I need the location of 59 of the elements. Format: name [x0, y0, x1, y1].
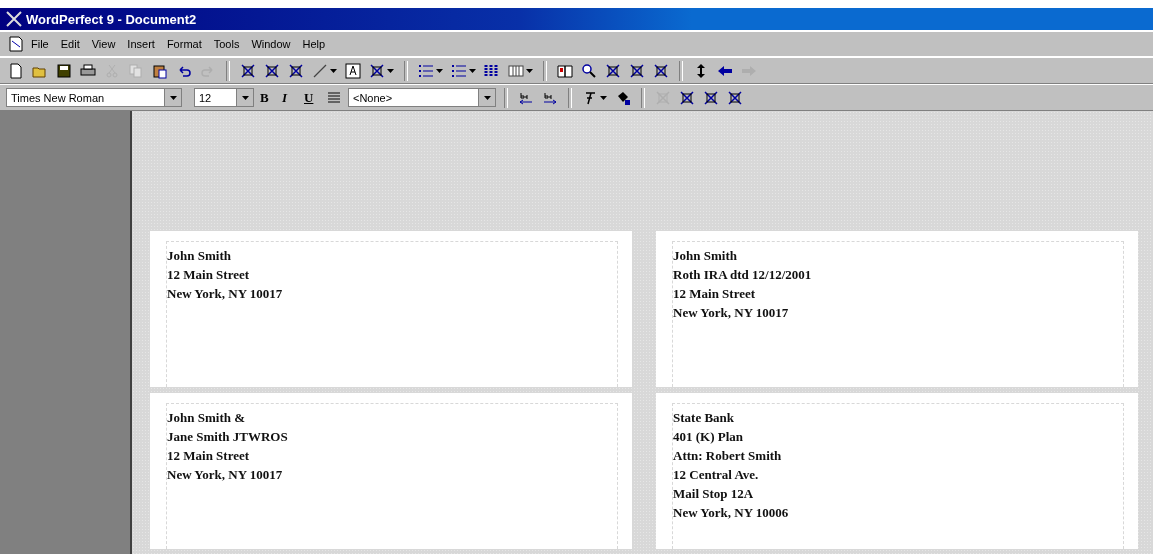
menu-item[interactable]: Help — [297, 36, 331, 52]
address-line: Mail Stop 12A — [673, 485, 755, 503]
underline-button[interactable]: U — [302, 88, 320, 107]
menu-item[interactable]: File — [26, 36, 54, 52]
document-icon[interactable] — [8, 36, 24, 52]
menu-item[interactable]: Tools — [208, 36, 245, 52]
text-box-button[interactable] — [343, 61, 363, 80]
dropdown-caret-icon — [387, 68, 394, 73]
address-line: 12 Main Street — [673, 285, 757, 303]
page-icon — [8, 62, 24, 79]
address-line: New York, NY 10006 — [673, 504, 790, 522]
menu-item[interactable]: Insert — [122, 36, 160, 52]
save-button[interactable] — [54, 61, 74, 80]
printer-icon — [80, 62, 96, 79]
highlight-button[interactable] — [367, 61, 396, 80]
address-line: New York, NY 10017 — [673, 304, 790, 322]
menu-item[interactable]: Edit — [55, 36, 85, 52]
columns-icon — [484, 62, 500, 79]
dropdown-caret-icon — [483, 95, 491, 100]
menu-item[interactable]: Window — [246, 36, 296, 52]
justify-icon — [326, 89, 342, 106]
dropdown-caret-icon — [241, 95, 249, 100]
line-icon — [312, 62, 328, 79]
address-line: John Smith — [673, 247, 738, 265]
pages-icon — [128, 62, 144, 79]
menu-item[interactable]: View — [86, 36, 121, 52]
style-dropdown[interactable]: <None> — [348, 88, 496, 107]
address-line: Jane Smith JTWROS — [167, 428, 289, 446]
font-dropdown[interactable]: Times New Roman — [6, 88, 182, 107]
address-line: 12 Central Ave. — [673, 466, 760, 484]
dropdown-caret-icon — [436, 68, 443, 73]
dropdown-caret-icon — [600, 95, 607, 100]
address-line: 12 Main Street — [167, 266, 251, 284]
dropdown-caret-icon — [169, 95, 177, 100]
bold-button[interactable]: B — [258, 88, 276, 107]
address-line: John Smith — [167, 247, 232, 265]
address-line: Roth IRA dtd 12/12/2001 — [673, 266, 813, 284]
dropdown-caret-icon — [330, 68, 337, 73]
address-line: John Smith & — [167, 409, 247, 427]
numbered-list-icon — [418, 62, 434, 79]
book-icon — [557, 62, 573, 79]
address-line: 12 Main Street — [167, 447, 251, 465]
address-line: New York, NY 10017 — [167, 285, 284, 303]
italic-button[interactable]: I — [280, 88, 298, 107]
zoom-icon — [581, 62, 597, 79]
table-icon — [508, 62, 524, 79]
address-line: 401 (K) Plan — [673, 428, 745, 446]
font-size-dropdown[interactable]: 12 — [194, 88, 254, 107]
menu-item[interactable]: Format — [161, 36, 207, 52]
clipboard-icon — [152, 62, 168, 79]
bullet-list-icon — [451, 62, 467, 79]
address-line: Attn: Robert Smith — [673, 447, 783, 465]
dropdown-caret-icon — [469, 68, 476, 73]
window-title: WordPerfect 9 - Document2 — [26, 11, 197, 27]
paint-bucket-icon — [615, 89, 631, 106]
address-line: New York, NY 10017 — [167, 466, 284, 484]
address-line: State Bank — [673, 409, 736, 427]
text-box-icon — [345, 62, 361, 79]
dropdown-caret-icon — [526, 68, 533, 73]
